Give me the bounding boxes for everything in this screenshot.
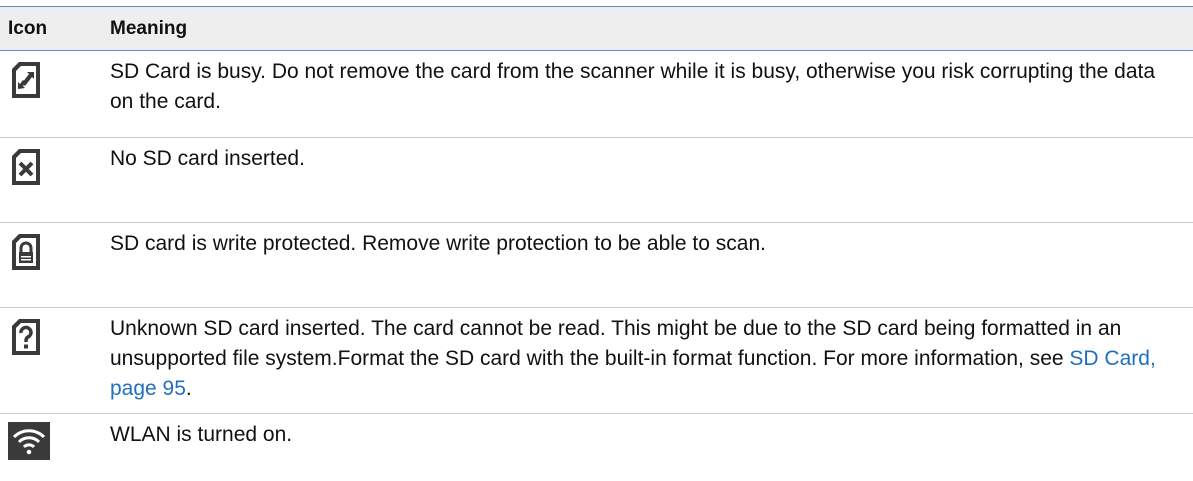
row-meaning: WLAN is turned on. (110, 423, 293, 446)
row-meaning: SD Card is busy. Do not remove the card … (110, 50, 1193, 138)
row-meaning-end: . (185, 377, 192, 400)
table-row: Unknown SD card inserted. The card canno… (0, 307, 1193, 414)
wlan-icon (8, 422, 50, 460)
no-sd-card-icon (11, 148, 41, 186)
sd-card-busy-icon (11, 61, 41, 99)
header-meaning: Meaning (110, 17, 188, 39)
row-meaning: SD card is write protected. Remove write… (110, 222, 1193, 308)
table-row: SD card is write protected. Remove write… (0, 222, 1193, 308)
table-row: No SD card inserted. (0, 137, 1193, 223)
row-meaning-text: Unknown SD card inserted. The card canno… (110, 317, 1122, 370)
sd-card-unknown-icon (11, 318, 41, 356)
table-header-row: Icon Meaning (0, 6, 1193, 51)
row-meaning: Unknown SD card inserted. The card canno… (110, 307, 1193, 414)
header-icon: Icon (8, 17, 48, 39)
icon-meaning-table: Icon Meaning SD Card is busy. Do not rem… (0, 6, 1193, 473)
table-row: WLAN is turned on. (0, 414, 1193, 474)
table-row: SD Card is busy. Do not remove the card … (0, 50, 1193, 138)
row-meaning: No SD card inserted. (110, 137, 1193, 223)
sd-card-locked-icon (11, 233, 41, 271)
